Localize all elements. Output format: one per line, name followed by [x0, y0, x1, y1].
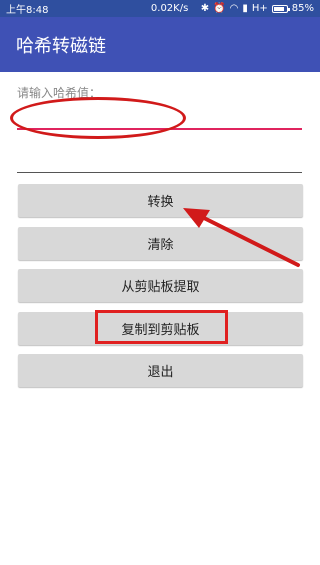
network-type: H+ [251, 2, 268, 14]
status-bar: 上午8:48 0.02K/s ✱ ⏰ ◠ ▮ H+ 85% [0, 0, 320, 17]
status-icons: ✱ ⏰ ◠ ▮ H+ 85% [200, 2, 314, 14]
battery-icon [271, 4, 290, 13]
wifi-icon: ◠ [229, 2, 239, 14]
hash-input[interactable] [17, 102, 302, 130]
exit-button[interactable]: 退出 [18, 354, 303, 387]
clear-button[interactable]: 清除 [18, 227, 303, 260]
battery-percent: 85% [291, 2, 314, 14]
copy-to-clipboard-button[interactable]: 复制到剪贴板 [18, 312, 303, 345]
alarm-icon: ⏰ [213, 2, 226, 14]
bluetooth-icon: ✱ [200, 2, 210, 14]
battery-fill [273, 6, 284, 11]
status-time: 上午8:48 [6, 5, 49, 16]
main-content: 请输入哈希值： 转换 清除 从剪贴板提取 复制到剪贴板 退出 [0, 72, 320, 565]
convert-button[interactable]: 转换 [18, 184, 303, 217]
app-title: 哈希转磁链 [16, 35, 106, 57]
cellular-signal-icon: ▮ [242, 2, 248, 14]
network-speed: 0.02K/s [150, 3, 189, 14]
hash-input-label: 请输入哈希值： [17, 86, 102, 100]
paste-from-clipboard-button[interactable]: 从剪贴板提取 [18, 269, 303, 302]
app-bar: 哈希转磁链 [0, 17, 320, 72]
magnet-result-field[interactable] [17, 172, 302, 173]
